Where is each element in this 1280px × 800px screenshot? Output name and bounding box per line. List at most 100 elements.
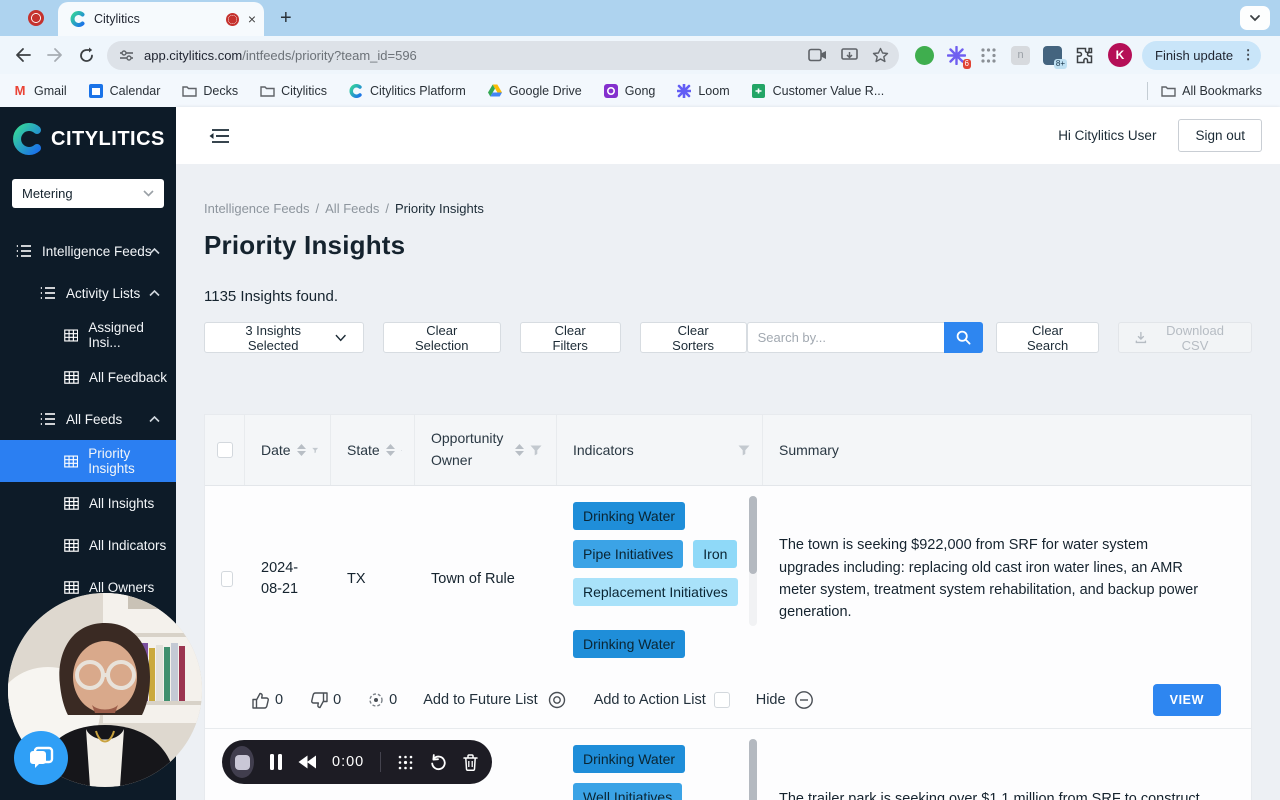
add-to-future-list-button[interactable]: Add to Future List — [423, 691, 567, 709]
clear-selection-button[interactable]: Clear Selection — [382, 322, 501, 353]
chat-widget-button[interactable] — [14, 731, 68, 785]
breadcrumb-intelligence-feeds[interactable]: Intelligence Feeds — [204, 201, 310, 216]
restart-recording-button[interactable] — [430, 753, 447, 771]
sort-icon[interactable] — [385, 444, 395, 456]
browser-tab[interactable]: Citylitics × — [58, 2, 264, 36]
breadcrumb-all-feeds[interactable]: All Feeds — [325, 201, 379, 216]
sort-icon[interactable] — [515, 444, 524, 456]
team-select[interactable]: Metering — [12, 179, 164, 208]
tab-close-icon[interactable]: × — [248, 12, 256, 26]
reload-button[interactable] — [78, 47, 95, 64]
insight-owner: Town of Rule — [431, 571, 515, 587]
app-logo[interactable]: CITYLITICS — [0, 107, 176, 169]
extension-badge-blue: 8+ — [1053, 58, 1067, 69]
address-bar[interactable]: app.citylitics.com/intfeeds/priority?tea… — [107, 40, 899, 70]
bookmark-loom[interactable]: Loom — [676, 83, 730, 99]
sort-icon[interactable] — [296, 444, 306, 456]
bookmark-gmail[interactable]: M Gmail — [12, 83, 67, 99]
sidebar-item-assigned-insights[interactable]: Assigned Insi... — [0, 314, 176, 356]
insights-selected-dropdown[interactable]: 3 Insights Selected — [204, 322, 364, 353]
sidebar-item-all-insights[interactable]: All Insights — [0, 482, 176, 524]
sidebar-item-priority-insights[interactable]: Priority Insights — [0, 440, 176, 482]
sidebar-item-all-feeds[interactable]: All Feeds — [0, 398, 176, 440]
filter-icon[interactable] — [311, 445, 318, 456]
table-icon — [64, 370, 79, 384]
sidebar-item-all-indicators[interactable]: All Indicators — [0, 524, 176, 566]
sheets-icon — [751, 83, 767, 99]
bookmark-gong[interactable]: Gong — [603, 83, 655, 99]
sidebar-nav: Intelligence Feeds Activity Lists Assign… — [0, 230, 176, 608]
starburst-extension-icon[interactable]: 6 — [946, 45, 971, 69]
table-header: Date State Opportunity Owner Indicators … — [205, 415, 1251, 486]
hide-button[interactable]: Hide — [756, 690, 814, 710]
sidebar-item-intelligence-feeds[interactable]: Intelligence Feeds — [0, 230, 176, 272]
add-to-action-list-button[interactable]: Add to Action List — [594, 692, 730, 708]
tab-capture-icon[interactable] — [808, 48, 827, 62]
stop-recording-button[interactable] — [230, 746, 255, 778]
finish-update-button[interactable]: Finish update ⋮ — [1142, 40, 1261, 70]
bookmark-decks[interactable]: Decks — [181, 83, 238, 99]
list-icon — [40, 413, 55, 425]
forward-button[interactable] — [46, 47, 64, 63]
clear-sorters-button[interactable]: Clear Sorters — [639, 322, 747, 353]
bookmarks-divider — [1147, 81, 1149, 100]
bookmark-calendar[interactable]: Calendar — [88, 83, 160, 99]
rewind-button[interactable] — [298, 755, 318, 769]
row-checkbox[interactable] — [221, 571, 233, 587]
results-count: 1135 Insights found. — [204, 288, 338, 305]
clear-filters-button[interactable]: Clear Filters — [519, 322, 621, 353]
bookmark-google-drive[interactable]: Google Drive — [487, 83, 582, 99]
column-indicators[interactable]: Indicators — [573, 442, 634, 458]
extension-badge: 6 — [962, 58, 971, 69]
profile-avatar[interactable]: K — [1108, 43, 1132, 67]
insight-date: 2024- 08-21 — [261, 559, 299, 597]
url-host: app.citylitics.com — [144, 47, 243, 63]
bookmark-citylitics-folder[interactable]: Citylitics — [259, 83, 327, 99]
blue-extension-icon[interactable]: 8+ — [1043, 45, 1067, 69]
sidebar-item-all-feedback[interactable]: All Feedback — [0, 356, 176, 398]
list-icon — [40, 287, 55, 299]
green-extension-icon[interactable] — [915, 45, 934, 65]
search-input[interactable] — [746, 322, 944, 353]
target-count[interactable]: 0 — [367, 691, 397, 709]
column-summary: Summary — [779, 442, 839, 458]
column-owner[interactable]: Opportunity Owner — [431, 428, 509, 471]
extensions-puzzle-icon[interactable] — [1075, 46, 1094, 65]
indicators-scrollbar[interactable] — [749, 739, 757, 800]
gray-extension-icon[interactable]: n — [1011, 45, 1030, 65]
window-chevron-button[interactable] — [1240, 6, 1270, 30]
action-list-checkbox[interactable] — [713, 692, 730, 708]
clear-search-button[interactable]: Clear Search — [995, 322, 1100, 353]
indicators-scrollbar[interactable] — [749, 496, 757, 626]
search-button[interactable] — [943, 322, 983, 353]
watch-icon — [548, 691, 565, 709]
view-button[interactable]: VIEW — [1152, 684, 1221, 716]
browser-menu-icon[interactable]: ⋮ — [1238, 47, 1255, 63]
delete-recording-button[interactable] — [463, 753, 478, 771]
filter-icon[interactable] — [738, 445, 750, 456]
select-all-checkbox[interactable] — [216, 442, 233, 458]
new-tab-button[interactable]: + — [280, 7, 292, 30]
back-button[interactable] — [14, 47, 32, 63]
dots-extension-icon[interactable] — [979, 46, 998, 65]
blur-tool-button[interactable] — [397, 754, 414, 771]
all-bookmarks-button[interactable]: All Bookmarks — [1160, 83, 1262, 99]
url-path: /intfeeds/priority?team_id=596 — [242, 47, 417, 63]
dislike-button[interactable]: 0 — [309, 691, 341, 710]
collapse-sidebar-icon[interactable] — [208, 127, 230, 145]
install-icon[interactable] — [841, 47, 858, 63]
column-date[interactable]: Date — [261, 442, 291, 458]
pause-recording-button[interactable] — [270, 754, 283, 770]
sidebar-item-activity-lists[interactable]: Activity Lists — [0, 272, 176, 314]
bookmark-star-icon[interactable] — [872, 47, 889, 63]
like-button[interactable]: 0 — [251, 691, 283, 710]
site-info-icon[interactable] — [119, 49, 134, 62]
column-state[interactable]: State — [347, 442, 380, 458]
bookmark-customer-value[interactable]: Customer Value R... — [751, 83, 884, 99]
filter-icon[interactable] — [530, 445, 542, 456]
chevron-up-icon — [149, 415, 160, 422]
bookmark-citylitics-platform[interactable]: Citylitics Platform — [348, 83, 466, 99]
filter-icon[interactable] — [400, 445, 402, 456]
loom-icon — [676, 83, 692, 99]
sign-out-button[interactable]: Sign out — [1178, 119, 1262, 152]
